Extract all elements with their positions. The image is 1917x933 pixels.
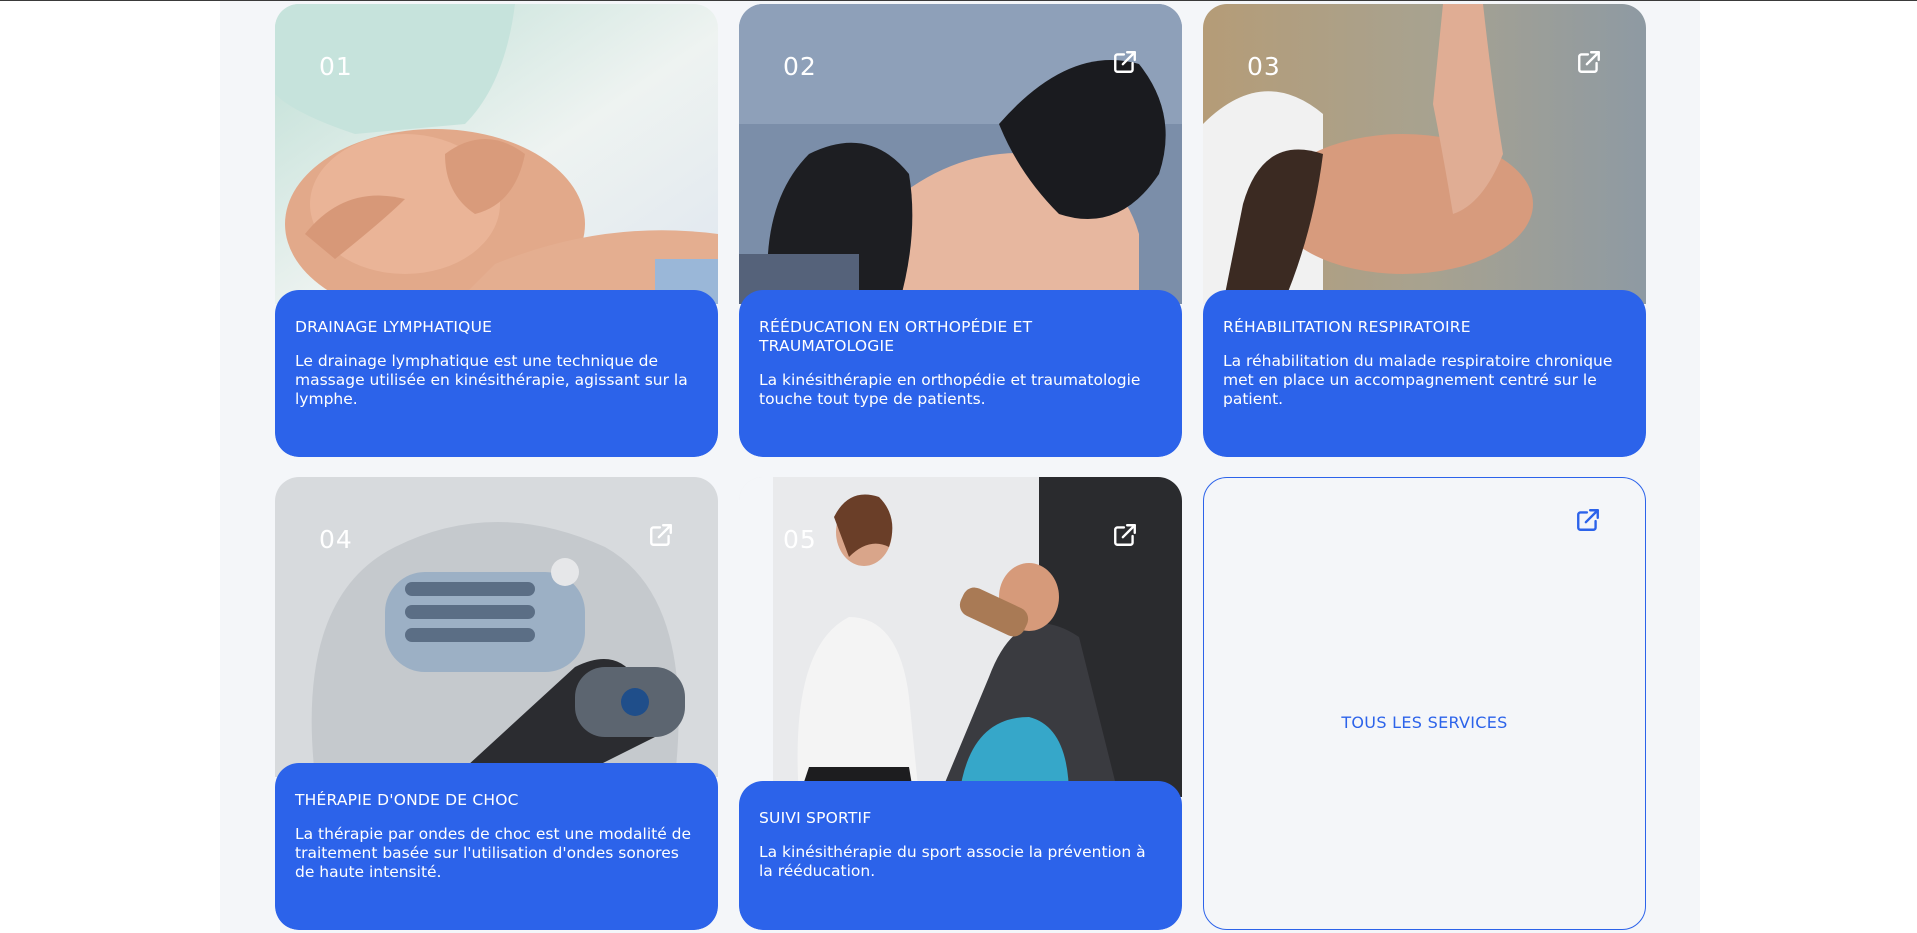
service-title: RÉÉDUCATION EN ORTHOPÉDIE ET TRAUMATOLOG… <box>759 318 1033 355</box>
service-description: Le drainage lymphatique est une techniqu… <box>295 352 688 408</box>
service-title: SUIVI SPORTIF <box>759 809 872 827</box>
service-card-body: SUIVI SPORTIF La kinésithérapie du sport… <box>739 781 1182 930</box>
service-number: 04 <box>319 525 353 554</box>
service-number: 01 <box>319 52 353 81</box>
service-card-body: RÉÉDUCATION EN ORTHOPÉDIE ET TRAUMATOLOG… <box>739 290 1182 457</box>
knee-massage-photo <box>275 4 718 304</box>
service-description: La réhabilitation du malade respiratoire… <box>1223 352 1613 408</box>
services-panel: 01 DRAINAGE LYMPHATIQUE Le drainage lymp… <box>220 1 1700 933</box>
all-services-card[interactable]: TOUS LES SERVICES <box>1203 477 1646 930</box>
service-title: THÉRAPIE D'ONDE DE CHOC <box>295 791 519 809</box>
service-card-orthopedie[interactable]: 02 RÉÉDUCATION EN ORTHOPÉDIE ET TRAUMATO… <box>739 4 1182 457</box>
service-card-body: RÉHABILITATION RESPIRATOIRE La réhabilit… <box>1203 290 1646 457</box>
all-services-link[interactable]: TOUS LES SERVICES <box>1204 713 1645 732</box>
external-link-icon[interactable] <box>1112 49 1138 75</box>
service-card-suivi-sportif[interactable]: 05 SUIVI SPORTIF La kinésithérapie du sp… <box>739 477 1182 930</box>
service-title: DRAINAGE LYMPHATIQUE <box>295 318 493 336</box>
service-card-onde-de-choc[interactable]: 04 THÉRAPIE D'ONDE DE CHOC La thérapie p… <box>275 477 718 930</box>
service-number: 02 <box>783 52 817 81</box>
service-description: La thérapie par ondes de choc est une mo… <box>295 825 692 881</box>
external-link-icon[interactable] <box>1112 522 1138 548</box>
service-card-body: DRAINAGE LYMPHATIQUE Le drainage lymphat… <box>275 290 718 457</box>
external-link-icon[interactable] <box>1576 49 1602 75</box>
external-link-icon[interactable] <box>648 522 674 548</box>
service-number: 03 <box>1247 52 1281 81</box>
service-card-respiratoire[interactable]: 03 RÉHABILITATION RESPIRATOIRE La réhabi… <box>1203 4 1646 457</box>
service-card-drainage[interactable]: 01 DRAINAGE LYMPHATIQUE Le drainage lymp… <box>275 4 718 457</box>
service-title: RÉHABILITATION RESPIRATOIRE <box>1223 318 1471 336</box>
service-number: 05 <box>783 525 817 554</box>
service-description: La kinésithérapie du sport associe la pr… <box>759 843 1146 880</box>
service-card-body: THÉRAPIE D'ONDE DE CHOC La thérapie par … <box>275 763 718 930</box>
service-description: La kinésithérapie en orthopédie et traum… <box>759 371 1141 408</box>
external-link-icon[interactable] <box>1575 507 1601 533</box>
